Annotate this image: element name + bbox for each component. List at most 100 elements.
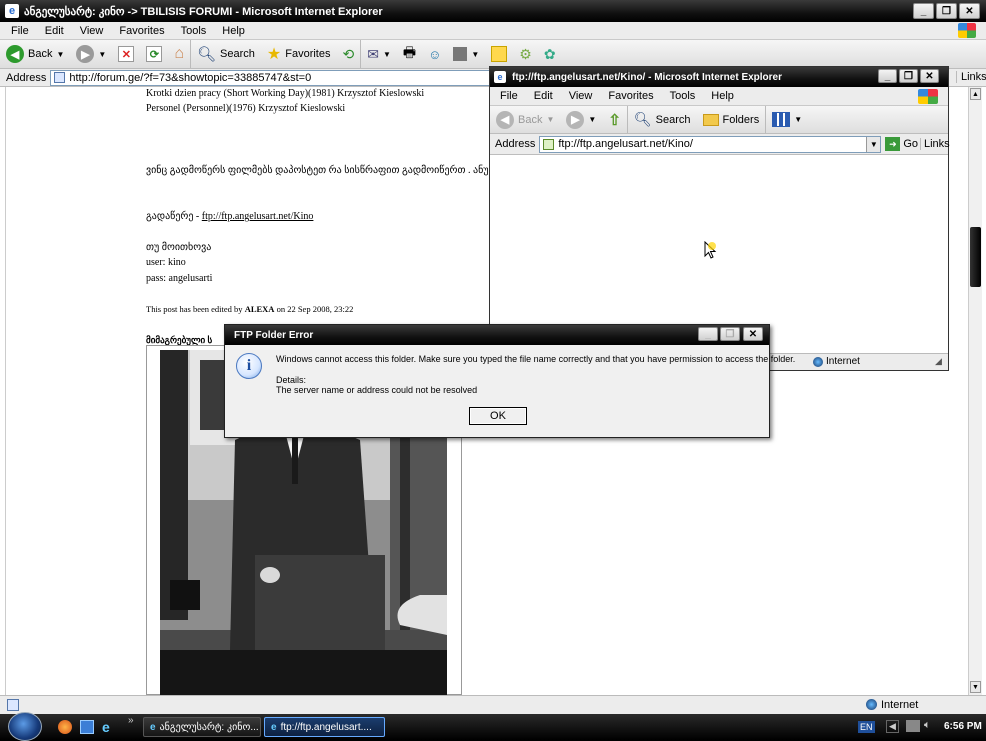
language-indicator[interactable]: EN [858,721,875,733]
ok-button[interactable]: OK [469,407,527,425]
chevron-down-icon: ▼ [98,49,107,59]
main-toolbar: ◀ Back ▼ ▶ ▼ ✕ ⟳ ⌂ 🔍︎ Search ★ Favorites… [0,40,986,69]
ftp-folders-button[interactable]: Folders [697,106,766,133]
ftp-menu-help[interactable]: Help [703,90,742,102]
dialog-title-bar[interactable]: FTP Folder Error _ ❐ ✕ [225,325,769,345]
tray-arrow-icon[interactable]: ◀ [886,720,899,733]
stop-icon: ✕ [118,46,135,62]
back-arrow-icon: ◀ [496,110,514,129]
ftp-title-bar[interactable]: e ftp://ftp.angelusart.net/Kino/ - Micro… [490,67,948,87]
ftp-search-button[interactable]: 🔍︎ Search [626,106,697,133]
dialog-maximize-button[interactable]: ❐ [720,327,740,341]
ftp-menu-edit[interactable]: Edit [526,90,561,102]
scroll-up-icon[interactable]: ▲ [970,88,981,100]
dialog-details-label: Details: [276,375,307,385]
ftp-links-label[interactable]: Links [920,138,950,150]
stop-button[interactable]: ✕ [112,40,140,68]
favorites-button[interactable]: ★ Favorites [261,40,337,68]
taskbar-item-ftp[interactable]: e ftp://ftp.angelusart.... [264,717,385,737]
address-input[interactable]: http://forum.ge/?f=73&showtopic=33885747… [50,69,491,86]
back-button[interactable]: ◀ Back ▼ [0,40,70,68]
tray-network-icon[interactable] [906,720,920,732]
chevron-down-icon: ▼ [588,115,597,124]
menu-favorites[interactable]: Favorites [111,25,172,37]
home-button[interactable]: ⌂ [168,40,190,68]
ftp-menu-tools[interactable]: Tools [662,90,704,102]
scroll-thumb[interactable] [970,227,981,287]
ftp-menu-favorites[interactable]: Favorites [600,90,661,102]
taskbar: e » e ანგელუსარტ: კინო... e ftp://ftp.an… [0,712,986,741]
ftp-address-input[interactable]: ftp://ftp.angelusart.net/Kino/ ▼ [539,135,882,153]
note-icon [491,46,508,62]
tool-button[interactable]: ⚙ [513,40,538,68]
ftp-windows-flag-icon [918,89,938,104]
chevron-down-icon: ▼ [56,49,65,59]
edit-button[interactable]: ▼ [447,40,485,68]
printer-icon: 🖶︎ [402,44,417,60]
ftp-up-button[interactable]: ⇧ [602,106,627,133]
status-zone: Internet [881,699,919,711]
mail-button[interactable]: ✉ ▼ [360,40,397,68]
ftp-back-button[interactable]: ◀ Back ▼ [490,106,560,133]
main-menu-bar: File Edit View Favorites Tools Help [0,22,986,40]
quicklaunch-window-icon[interactable] [80,720,94,734]
history-icon: ⟲ [342,45,355,62]
ftp-minimize-button[interactable]: _ [878,69,897,83]
search-button[interactable]: 🔍︎ Search [189,40,261,68]
ftp-go-button[interactable]: ➜ Go [881,137,918,151]
msn-button[interactable]: ✿ [538,40,562,68]
menu-edit[interactable]: Edit [37,25,72,37]
dialog-minimize-button[interactable]: _ [698,327,718,341]
links-label[interactable]: Links [956,71,986,83]
ftp-views-button[interactable]: ▼ [765,106,808,133]
quicklaunch-firefox-icon[interactable] [58,720,72,734]
ftp-forward-button[interactable]: ▶ ▼ [560,106,602,133]
resize-grip-icon[interactable]: ◢ [935,356,942,367]
taskbar-item-forum[interactable]: e ანგელუსარტ: კინო... [143,717,261,737]
history-button[interactable]: ⟲ [336,40,360,68]
star-icon: ★ [266,46,282,63]
ftp-close-button[interactable]: ✕ [920,69,939,83]
start-button[interactable] [8,712,42,741]
task-ie-icon: e [271,721,277,733]
scroll-down-icon[interactable]: ▼ [970,681,981,693]
edit-icon [453,47,468,61]
print-button[interactable]: 🖶︎ [397,40,422,68]
menu-file[interactable]: File [3,25,37,37]
ftp-address-bar: Address ftp://ftp.angelusart.net/Kino/ ▼… [490,134,950,155]
address-dropdown-icon[interactable]: ▼ [866,136,881,152]
menu-help[interactable]: Help [214,25,253,37]
edited-note: This post has been edited by ALEXA on 22… [146,304,354,314]
refresh-button[interactable]: ⟳ [140,40,168,68]
minimize-button[interactable]: _ [913,3,934,19]
forward-button[interactable]: ▶ ▼ [70,40,112,68]
ftp-menu-file[interactable]: File [492,90,526,102]
quicklaunch-ie-icon[interactable]: e [102,719,110,735]
chevron-down-icon: ▼ [471,49,480,59]
menu-tools[interactable]: Tools [173,25,215,37]
download-line: გადაწერე - ftp://ftp.angelusart.net/Kino [146,211,314,222]
quicklaunch-chevron-icon[interactable]: » [128,715,134,726]
main-title-bar[interactable]: e ანგელუსარტ: კინო -> TBILISIS FORUMI - … [0,0,986,22]
info-icon: i [236,353,262,379]
main-window-title: ანგელუსარტ: კინო -> TBILISIS FORUMI - Mi… [24,5,383,18]
maximize-button[interactable]: ❐ [936,3,957,19]
tray-speaker-icon[interactable]: 🔈︎ [924,719,931,732]
main-vertical-scrollbar[interactable]: ▲ ▼ [968,87,982,695]
ftp-status-zone: Internet [826,356,860,367]
ftp-menu-view[interactable]: View [561,90,601,102]
post-line-2: Personel (Personnel)(1976) Krzysztof Kie… [146,103,346,114]
ftp-maximize-button[interactable]: ❐ [899,69,918,83]
menu-view[interactable]: View [72,25,112,37]
clock: 6:56 PM [944,721,982,732]
forward-arrow-icon: ▶ [566,110,585,129]
ftp-toolbar: ◀ Back ▼ ▶ ▼ ⇧ 🔍︎ Search Folders ▼ [490,106,948,134]
dialog-close-button[interactable]: ✕ [743,327,763,341]
dialog-title: FTP Folder Error [234,329,314,341]
post-line-1: Krotki dzien pracy (Short Working Day)(1… [146,88,425,99]
close-button[interactable]: ✕ [959,3,980,19]
note-button[interactable] [485,40,513,68]
messenger-button[interactable]: ☺ [422,40,447,68]
task-ie-icon: e [150,721,156,733]
ftp-link[interactable]: ftp://ftp.angelusart.net/Kino [202,211,314,222]
